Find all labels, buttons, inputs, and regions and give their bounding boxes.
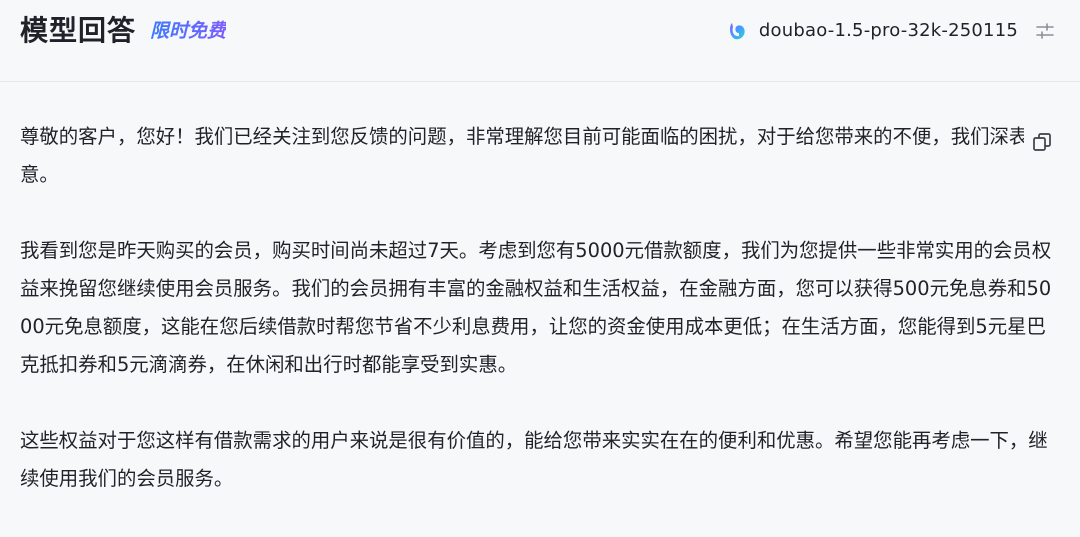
answer-paragraph: 尊敬的客户，您好！我们已经关注到您反馈的问题，非常理解您目前可能面临的困扰，对于… xyxy=(20,125,1048,186)
free-badge: 限时免费 xyxy=(150,17,226,45)
doubao-logo-icon xyxy=(729,23,745,40)
model-name: doubao-1.5-pro-32k-250115 xyxy=(758,20,1018,41)
model-answer: 尊敬的客户，您好！我们已经关注到您反馈的问题，非常理解您目前可能面临的困扰，对于… xyxy=(20,118,1060,536)
sliders-icon[interactable] xyxy=(1034,20,1056,42)
response-header: 模型回答 限时免费 doubao-1.5-pro-32k-250115 xyxy=(0,0,1080,82)
panel-title: 模型回答 xyxy=(20,14,137,47)
answer-paragraph: 我看到您是昨天购买的会员，购买时间尚未超过7天。考虑到您有5000元借款额度，我… xyxy=(20,239,1052,376)
copy-button[interactable] xyxy=(1024,124,1060,160)
model-selector[interactable]: doubao-1.5-pro-32k-250115 xyxy=(727,16,1056,46)
copy-icon xyxy=(1033,133,1051,151)
answer-paragraph: 这些权益对于您这样有借款需求的用户来说是很有价值的，能给您带来实实在在的便利和优… xyxy=(20,429,1048,490)
